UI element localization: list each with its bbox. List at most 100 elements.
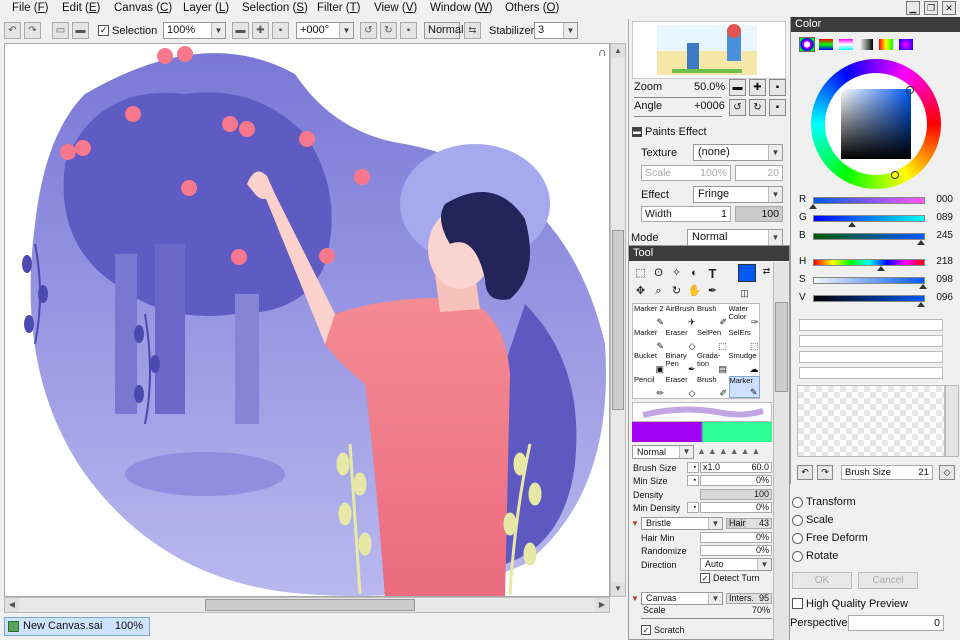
blue-value[interactable]: 245 xyxy=(936,230,953,241)
brush-slot[interactable]: Grada-tion ▤ xyxy=(697,352,728,374)
ok-button[interactable]: OK xyxy=(792,572,852,589)
primary-color-swatch[interactable] xyxy=(738,264,756,282)
rotate-right-icon[interactable]: ↻ xyxy=(380,22,397,39)
rotate-reset-icon[interactable]: ▪ xyxy=(769,99,786,116)
brush-shape-icons[interactable]: ▲▲▲▲▲▲ xyxy=(697,446,772,458)
saturation-knob[interactable] xyxy=(918,284,927,289)
rotate-right-icon[interactable]: ↻ xyxy=(749,99,766,116)
saturation-slider-row[interactable]: S 098 xyxy=(795,274,957,289)
scratchpad[interactable] xyxy=(797,385,945,457)
rotation-select[interactable]: +000° ▼ xyxy=(296,22,354,39)
value-value[interactable]: 096 xyxy=(936,292,953,303)
blue-slider[interactable] xyxy=(813,233,925,240)
value-slider[interactable] xyxy=(813,295,925,302)
tool-scrollbar[interactable] xyxy=(773,262,789,640)
brush-slot[interactable]: Bucket ▣ xyxy=(634,352,665,374)
menu-edit[interactable]: Edit (E) xyxy=(62,2,100,14)
transparent-color-icon[interactable]: ◫ xyxy=(737,286,752,301)
brush-slot[interactable]: Marker ✎ xyxy=(728,375,760,398)
text-tool-icon[interactable]: T xyxy=(705,266,720,281)
zoom-in-icon[interactable]: ✚ xyxy=(749,79,766,96)
document-tab[interactable]: New Canvas.sai 100% xyxy=(4,617,150,636)
zoom-out-icon[interactable]: ▬ xyxy=(729,79,746,96)
min-density-slider[interactable]: 0% xyxy=(700,502,772,513)
min-density-lock-icon[interactable]: ▪ xyxy=(687,502,699,513)
brush-blend-select[interactable]: Normal ▼ xyxy=(632,445,694,459)
magic-wand-icon[interactable]: ✧ xyxy=(669,266,684,281)
hsv-tab-icon[interactable] xyxy=(839,39,853,50)
menu-selection[interactable]: Selection (S) xyxy=(242,2,308,14)
effect-width-slider[interactable]: Width 1 xyxy=(641,206,731,222)
eyedropper-icon[interactable]: ✒ xyxy=(705,284,720,299)
texture-select[interactable]: Canvas ▼ xyxy=(641,592,723,605)
menu-canvas[interactable]: Canvas (C) xyxy=(114,2,172,14)
menu-file[interactable]: File (F) xyxy=(12,2,48,14)
rotate-left-icon[interactable]: ↺ xyxy=(360,22,377,39)
scratchpad-tab-icon[interactable] xyxy=(899,39,913,50)
free-deform-radio[interactable] xyxy=(792,533,803,544)
brush-slot[interactable]: Water Color ✑ xyxy=(729,305,760,327)
expand-arrow-icon[interactable]: ▼ xyxy=(631,594,639,603)
navigator-preview[interactable] xyxy=(632,21,786,79)
flip-icon[interactable]: ⇆ xyxy=(464,22,481,39)
hue-slider[interactable] xyxy=(813,259,925,266)
menu-layer[interactable]: Layer (L) xyxy=(183,2,229,14)
brush-slot[interactable]: SelPen ⬚ xyxy=(697,329,728,351)
scale-radio[interactable] xyxy=(792,515,803,526)
brush-slot[interactable]: Smudge ☁ xyxy=(729,352,760,374)
swatch-row[interactable] xyxy=(799,367,943,379)
hue-cursor[interactable] xyxy=(891,171,899,179)
brush-slot[interactable]: Eraser ◇ xyxy=(666,376,697,398)
scroll-left-icon[interactable]: ◀ xyxy=(5,598,19,612)
hq-preview-checkbox[interactable] xyxy=(792,598,803,609)
rotate-radio[interactable] xyxy=(792,551,803,562)
selection-checkbox[interactable]: ✓ xyxy=(98,25,109,36)
menu-filter[interactable]: Filter (T) xyxy=(317,2,360,14)
rotate-reset-icon[interactable]: ▪ xyxy=(400,22,417,39)
blend-mode-button[interactable]: Normal xyxy=(424,22,463,39)
menu-others[interactable]: Others (O) xyxy=(505,2,559,14)
hue-value[interactable]: 218 xyxy=(936,256,953,267)
expand-arrow-icon[interactable]: ▼ xyxy=(631,519,639,528)
canvas[interactable]: ∩ xyxy=(4,43,610,597)
perspective-field[interactable]: 0 xyxy=(848,615,944,631)
value-knob[interactable] xyxy=(916,302,925,307)
menu-window[interactable]: Window (W) xyxy=(430,2,493,14)
stabilizer-select[interactable]: 3 ▼ xyxy=(534,22,578,39)
color-wheel-tab-icon[interactable] xyxy=(799,37,815,52)
redo-icon[interactable]: ↷ xyxy=(24,22,41,39)
randomize-slider[interactable]: 0% xyxy=(700,545,772,556)
density-slider[interactable]: 100 xyxy=(700,489,772,500)
pin-icon[interactable]: ∩ xyxy=(598,45,607,59)
close-icon[interactable]: ✕ xyxy=(942,1,956,15)
scroll-down-icon[interactable]: ▼ xyxy=(611,582,625,596)
brush-slot[interactable]: Binary Pen ✒ xyxy=(666,352,697,374)
hue-slider-row[interactable]: H 218 xyxy=(795,256,957,271)
direction-select[interactable]: Auto ▼ xyxy=(700,558,772,571)
zoom-reset-icon[interactable]: ▪ xyxy=(769,79,786,96)
zoom-out-icon[interactable]: ▬ xyxy=(232,22,249,39)
invert-selection-icon[interactable]: ▬ xyxy=(72,22,89,39)
green-slider-row[interactable]: G 089 xyxy=(795,212,957,227)
restore-icon[interactable]: ❐ xyxy=(924,1,938,15)
bristle-select[interactable]: Bristle ▼ xyxy=(641,517,723,530)
swatch-row[interactable] xyxy=(799,319,943,331)
brush-size-field[interactable]: Brush Size 21 xyxy=(841,465,933,480)
brush-slot[interactable]: Eraser ◇ xyxy=(666,329,697,351)
hue-ring[interactable] xyxy=(811,59,941,189)
rotate-tool-icon[interactable]: ↻ xyxy=(669,284,684,299)
rgb-tab-icon[interactable] xyxy=(819,39,833,50)
texture-scale-slider[interactable]: Scale 70% xyxy=(641,606,772,617)
horizontal-scroll-thumb[interactable] xyxy=(205,599,415,611)
fill-shape-icon[interactable]: ◐ xyxy=(687,266,702,281)
green-slider[interactable] xyxy=(813,215,925,222)
red-slider[interactable] xyxy=(813,197,925,204)
menu-view[interactable]: View (V) xyxy=(374,2,417,14)
min-size-slider[interactable]: 0% xyxy=(700,475,772,486)
scratch-checkbox[interactable]: ✓ xyxy=(641,625,651,635)
scroll-right-icon[interactable]: ▶ xyxy=(595,598,609,612)
texture-scale-value[interactable]: 20 xyxy=(735,165,783,181)
swatch-row[interactable] xyxy=(799,335,943,347)
undo-icon[interactable]: ↶ xyxy=(4,22,21,39)
blue-knob[interactable] xyxy=(916,240,925,245)
